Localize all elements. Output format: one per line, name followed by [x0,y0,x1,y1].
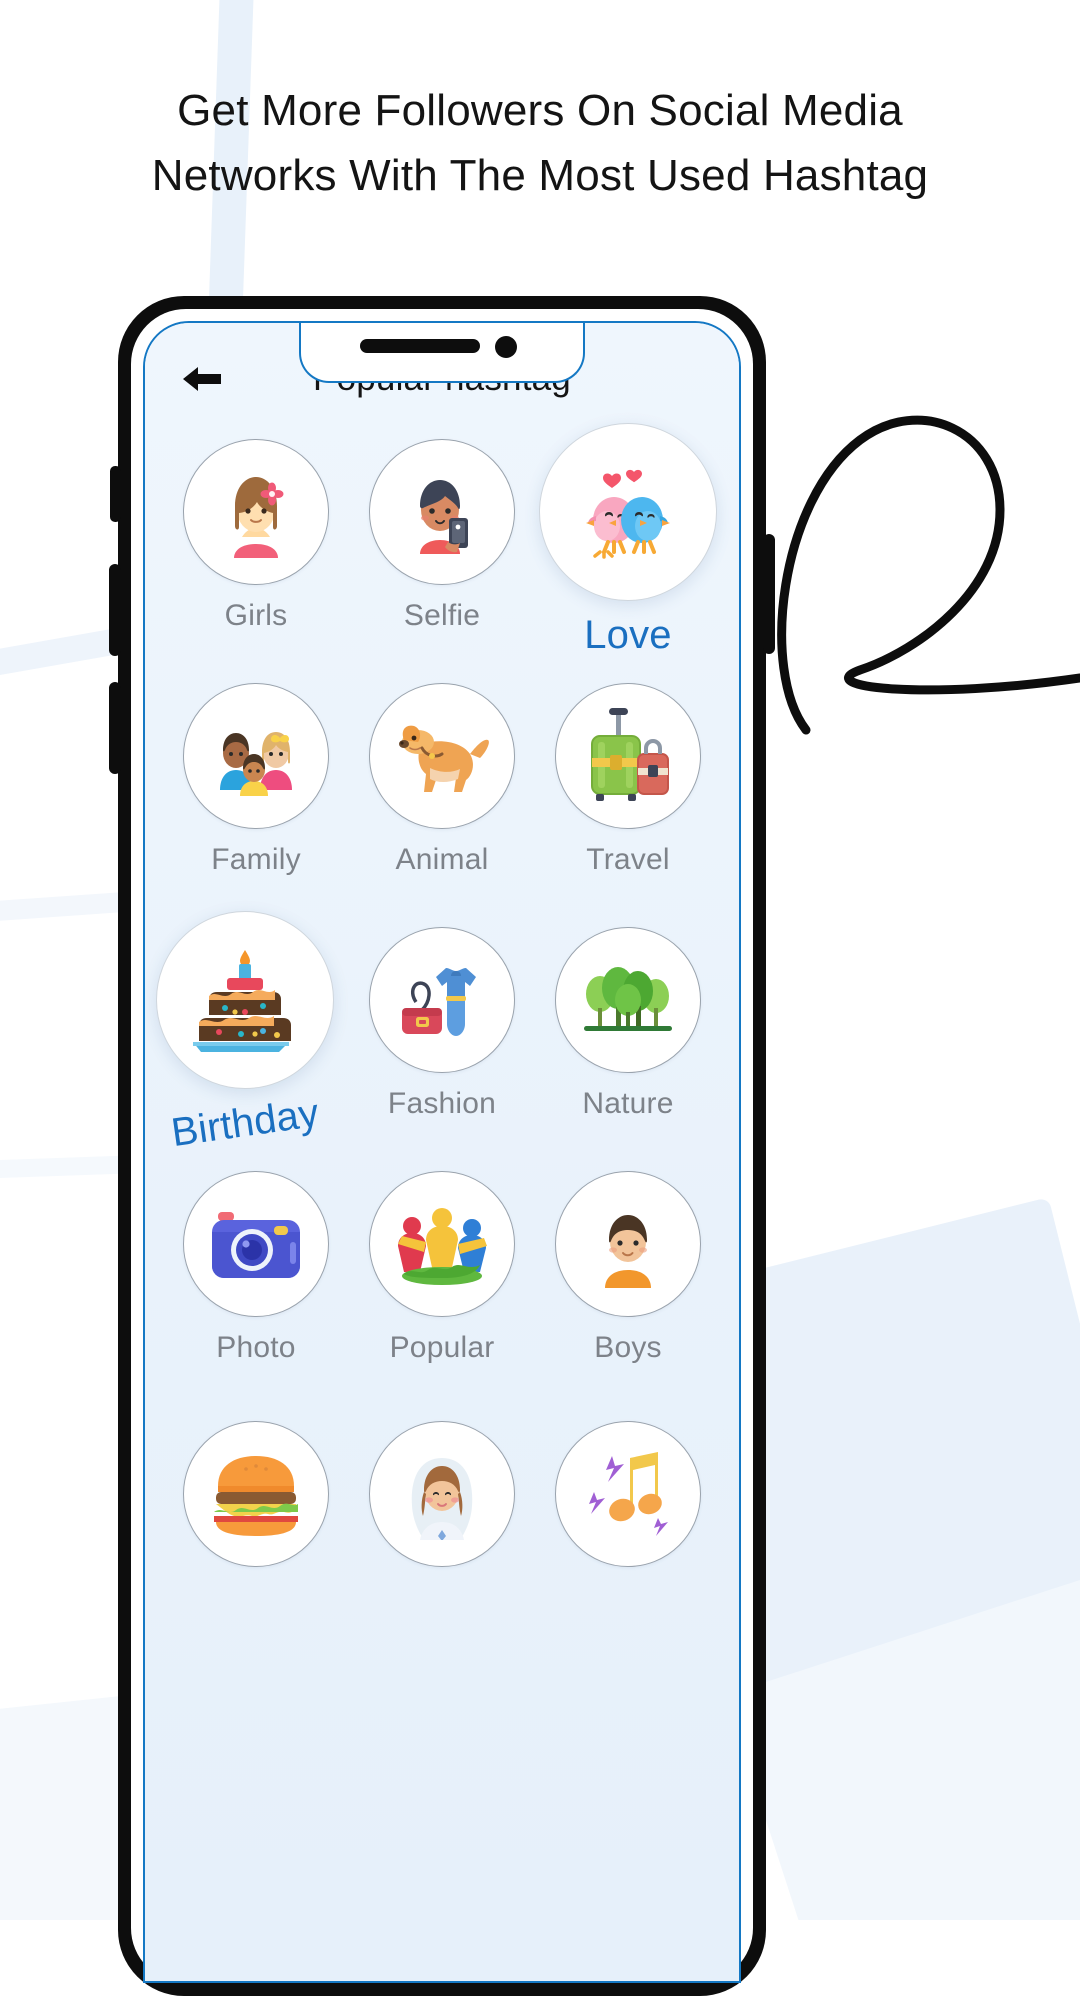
phone-bezel: Popular hashtag [131,309,753,1983]
hashtag-item-travel[interactable]: Travel [535,683,721,927]
hashtag-label: Nature [582,1087,674,1120]
hashtag-label: Love [584,613,672,657]
hashtag-bubble [369,927,515,1073]
hashtag-label: Birthday [168,1090,322,1156]
music-notes-icon [589,1452,668,1536]
hashtag-label: Fashion [387,1087,497,1120]
hashtag-bubble [183,439,329,585]
trees-icon [584,967,672,1031]
phone-volume-up-button[interactable] [109,564,121,656]
hashtag-bubble [156,911,334,1089]
hashtag-item-girls[interactable]: Girls [163,439,349,683]
hashtag-label: Travel [586,843,670,876]
hashtag-label: Boys [594,1331,662,1364]
love-birds-icon [586,469,670,559]
hashtag-bubble [539,423,717,601]
hashtag-bubble [555,927,701,1073]
phone-mute-switch[interactable] [110,466,121,522]
phone-notch [299,323,585,383]
hashtag-item-wedding[interactable] [349,1415,535,1659]
hashtag-bubble [369,1171,515,1317]
hashtag-grid: Girls Selfie Love Family Animal Travel B… [145,423,739,1659]
hashtag-item-boys[interactable]: Boys [535,1171,721,1415]
girl-avatar-icon [234,477,284,558]
phone-earpiece-speaker [360,339,480,353]
bride-icon [411,1458,473,1540]
camera-icon [212,1212,300,1278]
phone-volume-down-button[interactable] [109,682,121,774]
birthday-cake-icon [193,950,291,1052]
hashtag-item-fashion[interactable]: Fashion [349,927,535,1171]
hashtag-item-music[interactable] [535,1415,721,1659]
app-viewport: Popular hashtag [145,323,739,1981]
hashtag-bubble [183,683,329,829]
luggage-icon [591,708,669,801]
hashtag-item-selfie[interactable]: Selfie [349,439,535,683]
hashtag-bubble [183,1421,329,1567]
hashtag-item-love[interactable]: Love [535,423,721,683]
hashtag-label: Girls [224,599,288,632]
dress-bag-icon [402,968,476,1036]
dog-icon [399,725,489,792]
hashtag-bubble [369,439,515,585]
hashtag-label: Animal [395,843,489,876]
phone-screen: Popular hashtag [143,321,741,1983]
burger-icon [214,1456,298,1536]
decorative-loop-squiggle [777,415,1080,735]
hashtag-item-family[interactable]: Family [163,683,349,927]
hashtag-bubble [555,1421,701,1567]
hashtag-label: Photo [216,1331,296,1364]
hashtag-label: Popular [389,1331,495,1364]
phone-front-camera [495,336,517,358]
page-headline: Get More Followers On Social Media Netwo… [0,78,1080,208]
hashtag-bubble [369,1421,515,1567]
hashtag-item-food[interactable] [163,1415,349,1659]
boy-avatar-icon [605,1215,651,1288]
headline-line-1: Get More Followers On Social Media [177,86,903,135]
headline-line-2: Networks With The Most Used Hashtag [151,151,929,201]
family-icon [220,732,292,796]
hashtag-item-photo[interactable]: Photo [163,1171,349,1415]
phone-power-button[interactable] [763,534,775,654]
selfie-avatar-icon [420,480,468,554]
hashtag-bubble [555,1171,701,1317]
hashtag-label: Family [211,843,301,876]
hashtag-item-popular[interactable]: Popular [349,1171,535,1415]
back-button[interactable] [179,356,225,402]
hashtag-bubble [369,683,515,829]
hashtag-item-nature[interactable]: Nature [535,927,721,1171]
hashtag-label: Selfie [403,599,481,632]
arrow-left-icon [183,367,221,391]
hashtag-bubble [555,683,701,829]
phone-mockup: Popular hashtag [109,296,775,1996]
people-group-icon [398,1208,487,1285]
hashtag-bubble [183,1171,329,1317]
hashtag-item-birthday[interactable]: Birthday [156,911,349,1171]
hashtag-item-animal[interactable]: Animal [349,683,535,927]
